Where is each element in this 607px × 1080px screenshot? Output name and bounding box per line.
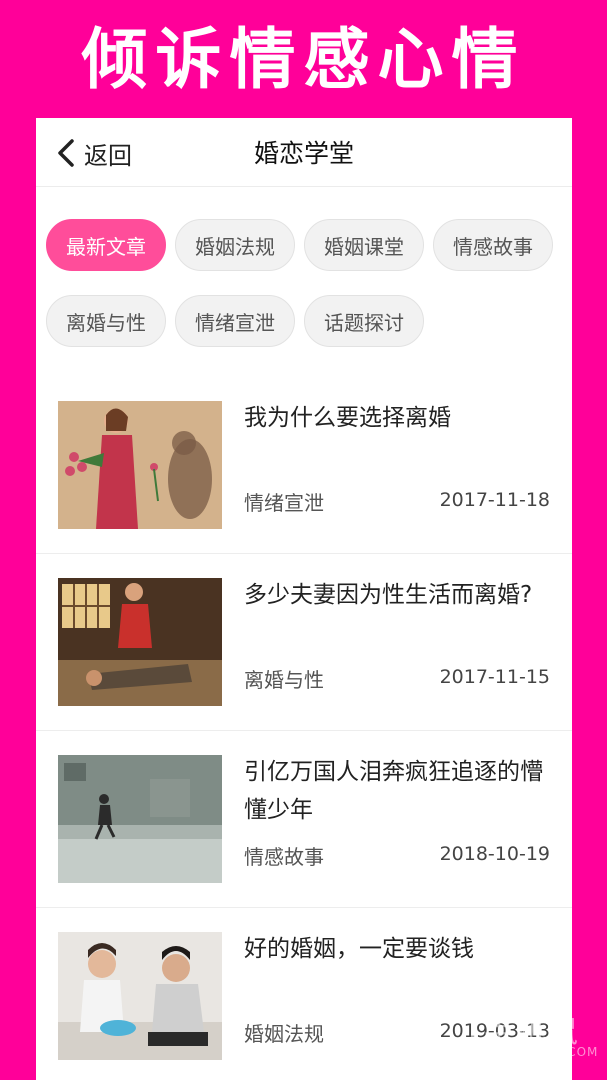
tag-marriage-class[interactable]: 婚姻课堂 <box>304 219 424 271</box>
article-thumbnail <box>58 401 222 529</box>
article-category: 情绪宣泄 <box>244 491 324 515</box>
article-thumbnail <box>58 755 222 883</box>
article-list: 我为什么要选择离婚 情绪宣泄 2017-11-18 多少夫妻因为性生活而离婚? … <box>36 377 572 1080</box>
page-title: 婚恋学堂 <box>253 139 354 168</box>
article-category: 离婚与性 <box>244 668 324 692</box>
tag-latest-articles[interactable]: 最新文章 <box>46 219 166 271</box>
list-item[interactable]: 引亿万国人泪奔疯狂追逐的懵懂少年 情感故事 2018-10-19 <box>36 730 572 907</box>
tag-love-stories[interactable]: 情感故事 <box>433 219 553 271</box>
promo-banner: 倾诉情感心情 <box>0 0 607 118</box>
article-title: 多少夫妻因为性生活而离婚? <box>244 582 533 608</box>
article-date: 2017-11-15 <box>439 666 550 688</box>
tag-emotional-venting[interactable]: 情绪宣泄 <box>175 295 295 347</box>
article-thumbnail <box>58 578 222 706</box>
list-item[interactable]: 我为什么要选择离婚 情绪宣泄 2017-11-18 <box>36 377 572 553</box>
tag-marriage-law[interactable]: 婚姻法规 <box>175 219 295 271</box>
article-date: 2018-10-19 <box>439 843 550 865</box>
app-screen: 返回 婚恋学堂 最新文章 婚姻法规 婚姻课堂 情感故事 离婚与性 情绪宣泄 话题… <box>36 118 572 1080</box>
article-thumbnail <box>58 932 222 1060</box>
article-date: 2017-11-18 <box>439 489 550 511</box>
tag-topic-discussion[interactable]: 话题探讨 <box>304 295 424 347</box>
article-date: 2019-03-13 <box>439 1020 550 1042</box>
article-title: 引亿万国人泪奔疯狂追逐的懵懂少年 <box>244 759 543 823</box>
list-item[interactable]: 多少夫妻因为性生活而离婚? 离婚与性 2017-11-15 <box>36 553 572 730</box>
top-bar: 返回 婚恋学堂 <box>36 118 572 187</box>
category-tags: 最新文章 婚姻法规 婚姻课堂 情感故事 离婚与性 情绪宣泄 话题探讨 <box>36 187 572 363</box>
tag-divorce-and-sex[interactable]: 离婚与性 <box>46 295 166 347</box>
list-item[interactable]: 好的婚姻，一定要谈钱 婚姻法规 2019-03-13 <box>36 907 572 1080</box>
article-category: 婚姻法规 <box>244 1022 324 1046</box>
banner-title: 倾诉情感心情 <box>81 20 526 98</box>
article-title: 我为什么要选择离婚 <box>244 405 451 431</box>
article-title: 好的婚姻，一定要谈钱 <box>244 936 474 962</box>
article-category: 情感故事 <box>244 845 324 869</box>
